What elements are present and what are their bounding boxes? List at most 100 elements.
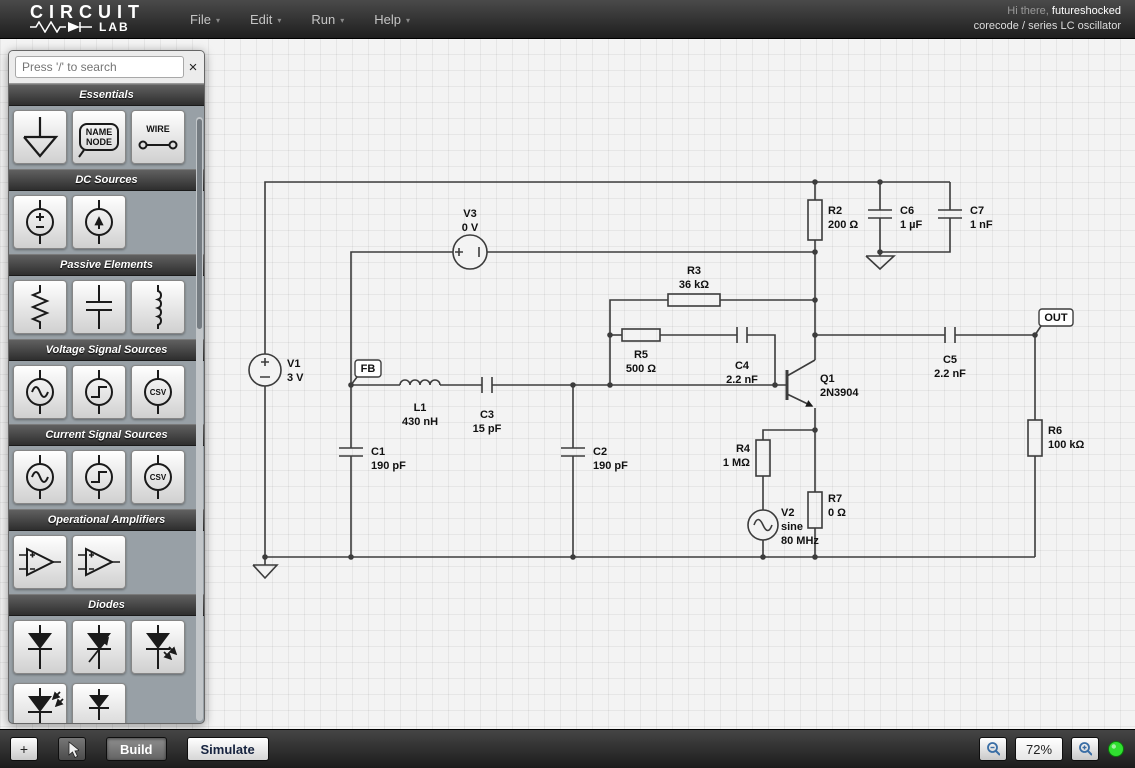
capacitor-tile[interactable] [72,280,126,334]
cursor-icon [68,741,79,758]
greeting: Hi there, futureshocked [974,4,1121,19]
current-sine-source-tile[interactable] [13,450,67,504]
breadcrumb[interactable]: corecode / series LC oscillator [974,19,1121,34]
voltage-step-source-tile[interactable] [72,365,126,419]
menu-run[interactable]: Run ▾ [311,12,344,27]
palette-scroll-area: Essentials NAME NODE WIRE DC Sources Pas… [9,84,204,723]
select-tool-button[interactable] [58,737,86,761]
menu-label: Run [311,11,336,27]
circuitlab-logo[interactable]: CIRCUIT LAB [30,1,172,34]
build-button[interactable]: Build [106,737,167,761]
ground-tile[interactable] [13,110,67,164]
svg-text:WIRE: WIRE [146,124,170,134]
dc-current-source-tile[interactable] [72,195,126,249]
inductor-tile[interactable] [131,280,185,334]
voltage-source-icon [26,200,54,244]
resistor-tile[interactable] [13,280,67,334]
palette-search-row: × [9,51,204,84]
sine-source-icon [26,370,54,414]
csv-source-icon: CSV [144,370,172,414]
ideal-diode-icon: IDEAL [89,689,109,720]
section-voltage-signal-sources: Voltage Signal Sources [9,339,204,361]
section-dc-sources: DC Sources [9,169,204,191]
status-indicator [1108,741,1124,757]
csv-source-icon: CSV [144,455,172,499]
wire-icon: WIRE [138,124,178,150]
tile-row [9,276,204,339]
logo-text-circuit: CIRCUIT [30,1,145,22]
diode-icon [28,625,52,669]
close-icon[interactable]: × [188,60,198,75]
ground-icon [23,117,59,158]
magnifier-minus-icon [987,742,1000,756]
diode-arrow-icon [87,625,111,669]
resistor-icon [30,285,50,329]
magnifier-plus-icon [1079,742,1092,756]
led-icon [146,625,178,669]
username-link[interactable]: futureshocked [1052,5,1121,17]
svg-text:CSV: CSV [150,473,167,482]
tile-row: CSV [9,361,204,424]
step-source-icon [85,455,113,499]
voltage-sine-source-tile[interactable] [13,365,67,419]
led-tile[interactable] [131,620,185,674]
inductor-icon [154,285,162,329]
photodiode-icon [28,688,64,723]
logo-circuit-glyph [30,20,92,33]
svg-text:NAME: NAME [86,127,113,137]
chevron-down-icon: ▾ [215,15,220,25]
zoom-in-button[interactable] [1071,737,1099,761]
palette-scrollbar[interactable] [196,117,203,721]
name-node-icon: NAME NODE [78,123,119,158]
section-current-signal-sources: Current Signal Sources [9,424,204,446]
current-source-icon [85,200,113,244]
section-passive-elements: Passive Elements [9,254,204,276]
bottom-toolbar: + Build Simulate 72% [0,729,1135,768]
logo-text-lab: LAB [99,19,130,34]
wire-tile[interactable]: WIRE [131,110,185,164]
search-input[interactable] [15,56,184,78]
current-step-source-tile[interactable] [72,450,126,504]
menu-help[interactable]: Help ▾ [374,12,410,27]
diode-tile[interactable] [13,620,67,674]
capacitor-icon [86,285,112,329]
tile-row [9,616,204,679]
svg-text:CSV: CSV [150,388,167,397]
voltage-csv-source-tile[interactable]: CSV [131,365,185,419]
section-essentials: Essentials [9,84,204,106]
scrollbar-thumb[interactable] [197,119,202,329]
sine-source-icon [26,455,54,499]
component-palette: × Essentials NAME NODE WIRE [8,50,205,724]
menu-edit[interactable]: Edit ▾ [250,12,281,27]
section-diodes: Diodes [9,594,204,616]
simulate-button[interactable]: Simulate [186,737,269,761]
svg-text:NODE: NODE [86,137,112,147]
add-component-button[interactable]: + [10,737,38,761]
opamp-advanced-tile[interactable] [72,535,126,589]
menu-bar: File ▾ Edit ▾ Run ▾ Help ▾ [190,12,410,27]
menu-file[interactable]: File ▾ [190,12,220,27]
greeting-prefix: Hi there, [1007,5,1049,17]
chevron-down-icon: ▾ [277,15,282,25]
diode-arrow-tile[interactable] [72,620,126,674]
ideal-diode-tile[interactable]: IDEAL [72,683,126,723]
current-csv-source-tile[interactable]: CSV [131,450,185,504]
plus-icon: + [19,741,29,757]
dc-voltage-source-tile[interactable] [13,195,67,249]
tile-row: IDEAL [9,679,204,723]
zoom-level[interactable]: 72% [1015,737,1063,761]
user-area: Hi there, futureshocked corecode / serie… [974,4,1121,34]
name-node-tile[interactable]: NAME NODE [72,110,126,164]
photodiode-tile[interactable] [13,683,67,723]
section-operational-amplifiers: Operational Amplifiers [9,509,204,531]
chevron-down-icon: ▾ [340,15,345,25]
menu-label: Help [374,11,402,27]
opamp-icon [78,547,120,577]
top-menu-bar: CIRCUIT LAB File ▾ Edit ▾ Run ▾ Help ▾ H… [0,0,1135,39]
chevron-down-icon: ▾ [406,15,411,25]
tile-row: NAME NODE WIRE [9,106,204,169]
tile-row: CSV [9,446,204,509]
opamp-tile[interactable] [13,535,67,589]
opamp-icon [19,547,61,577]
zoom-out-button[interactable] [979,737,1007,761]
